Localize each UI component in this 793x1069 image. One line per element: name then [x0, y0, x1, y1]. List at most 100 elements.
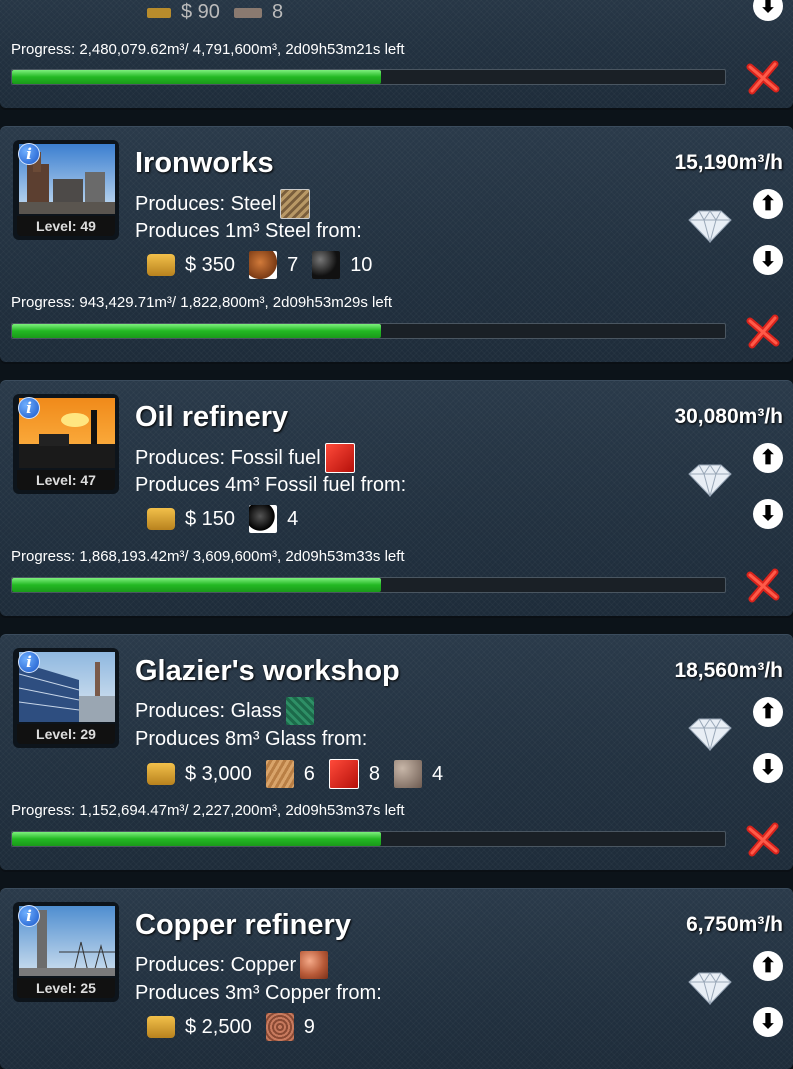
info-icon[interactable]: i: [18, 905, 40, 927]
cost-money: $ 2,500: [185, 1015, 252, 1038]
fuel-can-icon: [328, 759, 359, 789]
iron-ore-icon: [249, 251, 278, 279]
progress-bar-fill: [12, 70, 382, 84]
cost-qty: 8: [271, 1, 284, 23]
production-rate: 15,190m³/h: [674, 151, 783, 174]
building-name: Glazier's workshop: [135, 655, 400, 687]
building-name: Oil refinery: [135, 401, 289, 433]
cancel-button[interactable]: [745, 59, 781, 95]
produces-line: Produces: Glass: [135, 697, 314, 725]
level-label: Level: 47: [17, 470, 115, 490]
progress-bar: [11, 831, 726, 847]
progress-bar: [11, 323, 726, 339]
close-icon: [746, 822, 780, 857]
fuel-can-icon: [324, 443, 355, 473]
building-card-glaziers-workshop: i Level: 29 Glazier's workshop 18,560m³/…: [0, 634, 793, 870]
cost-qty: 9: [303, 1015, 315, 1038]
diamond-icon[interactable]: [687, 463, 733, 497]
input-costs: $ 3,000 6 8 4: [147, 759, 457, 789]
cost-money: $ 150: [185, 507, 236, 530]
progress-bar-fill: [12, 578, 382, 592]
glass-icon: [285, 697, 314, 725]
cost-qty: 4: [431, 762, 444, 785]
close-icon: [746, 60, 780, 95]
building-card-copper-refinery: i Level: 25 Copper refinery 6,750m³/h Pr…: [0, 888, 793, 1069]
building-thumbnail[interactable]: i Level: 25: [13, 902, 119, 1002]
progress-bar-fill: [12, 832, 382, 846]
production-rate: 18,560m³/h: [674, 659, 783, 682]
level-up-button[interactable]: ⬆: [753, 697, 783, 727]
progress-text: Progress: 1,868,193.42m³/ 3,609,600m³, 2…: [11, 548, 405, 565]
coins-icon: [147, 763, 175, 785]
crude-oil-icon: [249, 505, 278, 533]
coal-icon: [312, 251, 341, 279]
level-down-button[interactable]: ⬇: [753, 245, 783, 275]
building-name: Ironworks: [135, 147, 274, 179]
production-rate: 6,750m³/h: [686, 913, 783, 936]
progress-text: Progress: 943,429.71m³/ 1,822,800m³, 2d0…: [11, 294, 393, 311]
cost-qty: 6: [303, 762, 315, 785]
coins-icon: [147, 508, 175, 530]
input-costs: $ 2,500 9: [147, 1013, 329, 1041]
building-card-oil-refinery: i Level: 47 Oil refinery 30,080m³/h Prod…: [0, 380, 793, 616]
level-up-button[interactable]: ⬆: [753, 443, 783, 473]
level-label: Level: 49: [17, 216, 115, 236]
cost-money: $ 90: [181, 1, 220, 23]
production-rate: 30,080m³/h: [674, 405, 783, 428]
cost-money: $ 3,000: [185, 762, 252, 785]
building-card-ironworks: i Level: 49 Ironworks 15,190m³/h Produce…: [0, 126, 793, 362]
progress-text: Progress: 2,480,079.62m³/ 4,791,600m³, 2…: [11, 41, 405, 58]
progress-text: Progress: 1,152,694.47m³/ 2,227,200m³, 2…: [11, 802, 405, 819]
level-down-button[interactable]: ⬇: [753, 753, 783, 783]
close-icon: [746, 568, 780, 603]
progress-bar: [11, 577, 726, 593]
produces-line: Produces: Copper: [135, 951, 329, 979]
diamond-icon[interactable]: [687, 717, 733, 751]
stone-icon: [393, 760, 422, 788]
info-icon[interactable]: i: [18, 651, 40, 673]
level-up-button[interactable]: ⬆: [753, 189, 783, 219]
level-down-button[interactable]: ⬇: [753, 499, 783, 529]
coins-icon: [147, 7, 171, 18]
level-down-button[interactable]: ⬇: [753, 0, 783, 21]
building-thumbnail[interactable]: i Level: 29: [13, 648, 119, 748]
info-icon[interactable]: i: [18, 143, 40, 165]
cost-money: $ 350: [185, 253, 236, 276]
level-down-button[interactable]: ⬇: [753, 1007, 783, 1037]
progress-bar: [11, 69, 726, 85]
produces-line: Produces: Fossil fuel: [135, 443, 355, 473]
diamond-icon[interactable]: [687, 971, 733, 1005]
close-icon: [746, 314, 780, 349]
input-costs: $ 350 7 10: [147, 251, 386, 279]
partial-costs: $ 90 8: [147, 1, 283, 24]
cancel-button[interactable]: [745, 313, 781, 349]
produces-from-label: Produces 4m³ Fossil fuel from:: [135, 474, 407, 496]
cost-qty: 7: [287, 253, 299, 276]
building-card-partial: $ 90 8 ⬇ Progress: 2,480,079.62m³/ 4,791…: [0, 0, 793, 108]
info-icon[interactable]: i: [18, 397, 40, 419]
produces-line: Produces: Steel: [135, 189, 311, 219]
cost-qty: 8: [368, 762, 380, 785]
copper-ore-icon: [265, 1013, 294, 1041]
coins-icon: [147, 254, 175, 276]
cancel-button[interactable]: [745, 821, 781, 857]
level-label: Level: 29: [17, 724, 115, 744]
steel-icon: [280, 189, 311, 219]
cost-qty: 4: [287, 507, 299, 530]
produces-label: Produces: Fossil fuel: [135, 446, 321, 469]
produces-from-label: Produces 8m³ Glass from:: [135, 728, 368, 750]
building-thumbnail[interactable]: i Level: 47: [13, 394, 119, 494]
produces-label: Produces: Copper: [135, 953, 297, 976]
building-name: Copper refinery: [135, 909, 351, 941]
produces-label: Produces: Steel: [135, 192, 277, 215]
produces-label: Produces: Glass: [135, 699, 282, 722]
building-thumbnail[interactable]: i Level: 49: [13, 140, 119, 240]
sand-icon: [265, 760, 294, 788]
stone-icon: [233, 7, 262, 18]
diamond-icon[interactable]: [687, 209, 733, 243]
copper-icon: [300, 951, 329, 979]
produces-from-label: Produces 3m³ Copper from:: [135, 982, 382, 1004]
cost-qty: 10: [350, 253, 373, 276]
level-up-button[interactable]: ⬆: [753, 951, 783, 981]
cancel-button[interactable]: [745, 567, 781, 603]
